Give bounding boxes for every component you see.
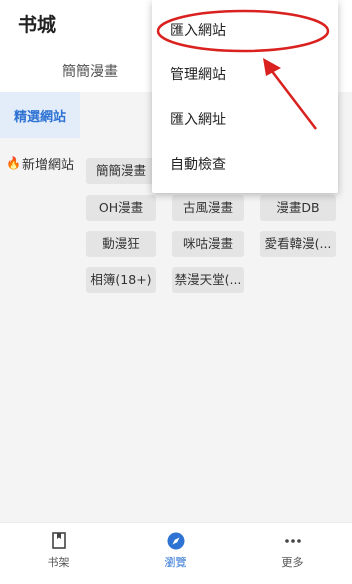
nav-bookshelf[interactable]: 书架 [0, 523, 117, 584]
overflow-menu: 匯入網站 管理網站 匯入網址 自動檢查 [152, 0, 338, 193]
nav-label: 更多 [281, 556, 304, 569]
nav-label: 书架 [47, 556, 70, 569]
nav-browse[interactable]: 瀏覽 [117, 523, 234, 584]
site-chip[interactable]: 動漫狂 [86, 231, 156, 257]
sidebar-item-new-sites[interactable]: 🔥 新增網站 [0, 140, 80, 186]
menu-item-manage-sites[interactable]: 管理網站 [170, 64, 226, 84]
nav-label: 瀏覽 [164, 556, 187, 569]
compass-icon [167, 532, 184, 550]
bottom-nav: 书架 瀏覽 更多 [0, 522, 352, 584]
site-chip[interactable]: OH漫畫 [86, 195, 156, 221]
sidebar-item-featured-sites[interactable]: 精選網站 [0, 92, 80, 138]
site-chip[interactable]: 古風漫畫 [172, 195, 244, 221]
menu-item-import-site[interactable]: 匯入網站 [170, 20, 226, 40]
menu-item-import-url[interactable]: 匯入網址 [170, 109, 226, 129]
sidebar-item-label: 精選網站 [13, 109, 66, 125]
menu-item-auto-check[interactable]: 自動檢查 [170, 154, 226, 174]
site-chip[interactable]: 漫畫DB [260, 195, 336, 221]
tab-current-site[interactable]: 簡簡漫畫 [62, 61, 118, 81]
nav-more[interactable]: 更多 [234, 523, 351, 584]
page-title: 书城 [18, 14, 57, 36]
bookmark-icon [51, 532, 66, 549]
fire-icon: 🔥 [6, 156, 21, 170]
sidebar-item-label: 新增網站 [21, 157, 74, 173]
site-chip[interactable]: 禁漫天堂(... [172, 267, 244, 293]
site-chip[interactable]: 簡簡漫畫 [86, 158, 156, 184]
site-chip[interactable]: 愛看韓漫(... [260, 231, 336, 257]
site-chip[interactable]: 咪咕漫畫 [172, 231, 244, 257]
sidebar: 精選網站 🔥 新增網站 [0, 92, 80, 522]
site-chip[interactable]: 相簿(18+) [86, 267, 156, 293]
more-icon [284, 539, 301, 543]
